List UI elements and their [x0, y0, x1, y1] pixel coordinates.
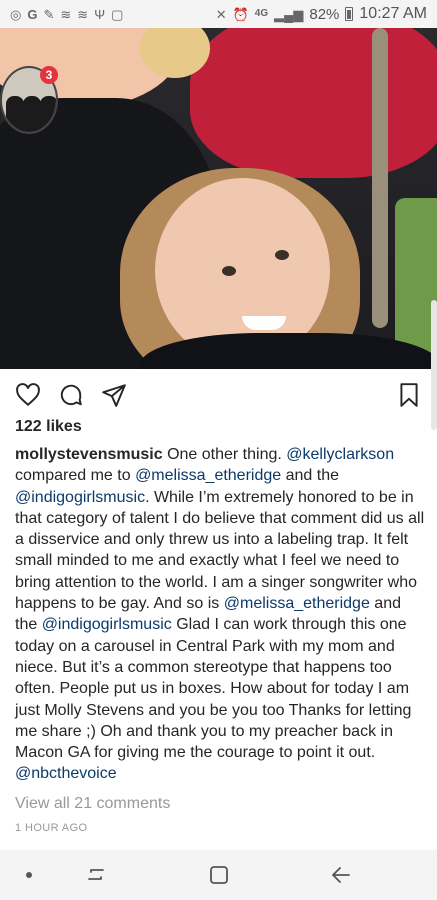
view-comments-link[interactable]: View all 21 comments — [15, 795, 170, 813]
dot-icon — [26, 872, 32, 878]
send-icon — [102, 384, 126, 407]
back-icon — [332, 867, 350, 883]
caption-mention-link[interactable]: @kellyclarkson — [286, 446, 394, 463]
story-badge: 3 — [40, 66, 58, 84]
system-nav-bar — [0, 850, 437, 900]
caption-mention-link[interactable]: @indigogirlsmusic — [42, 616, 172, 633]
battery-percent: 82% — [309, 5, 340, 23]
status-notifications: ◎ G ✎ ≋ ≋ Ψ ▢ — [10, 8, 123, 21]
photo-child-eye — [222, 266, 236, 276]
save-button[interactable] — [394, 380, 424, 410]
caption-username[interactable]: mollystevensmusic — [15, 446, 163, 463]
home-button[interactable] — [204, 862, 234, 888]
wifi-alt-icon: ≋ — [77, 6, 89, 22]
likes-count[interactable]: 122 likes — [15, 418, 82, 436]
caption-text-segment: One other thing. — [162, 446, 287, 463]
signal-icon: ▂▄▆ — [274, 6, 304, 22]
mute-icon: ✕ — [215, 6, 227, 22]
like-button[interactable] — [13, 380, 43, 410]
photo-carousel-pole — [372, 28, 388, 328]
network-type: 4G — [254, 8, 269, 19]
comment-icon — [60, 384, 82, 406]
recent-apps-icon — [88, 869, 104, 880]
caption-text-segment: compared me to — [15, 467, 136, 485]
status-system: ✕ ⏰ 4G ▂▄▆ 82% 10:27 AM — [216, 5, 427, 23]
status-bar: ◎ G ✎ ≋ ≋ Ψ ▢ ✕ ⏰ 4G ▂▄▆ 82% 10:27 AM — [0, 0, 437, 28]
wifi-icon: ≋ — [60, 6, 72, 22]
alarm-icon: ⏰ — [232, 6, 249, 22]
heart-icon — [16, 383, 40, 407]
caption-mention-link[interactable]: @nbcthevoice — [15, 765, 117, 782]
avatar-person — [23, 96, 41, 132]
clock: 10:27 AM — [359, 5, 427, 22]
caption-text-segment: and the — [281, 467, 339, 485]
share-button[interactable] — [99, 380, 129, 410]
photo-red-coat — [190, 28, 437, 178]
avatar-person — [6, 96, 24, 132]
caption-text: One other thing. @kellyclarkson compared… — [15, 446, 424, 782]
pen-icon: ✎ — [43, 6, 55, 22]
caption-text-segment: . While I’m extremely honored to be in t… — [15, 488, 425, 613]
caption-mention-link[interactable]: @melissa_etheridge — [135, 467, 281, 484]
caption-mention-link[interactable]: @indigogirlsmusic — [15, 489, 145, 506]
calendar-icon: ▢ — [111, 6, 124, 22]
battery-icon — [345, 7, 354, 21]
comment-button[interactable] — [56, 380, 86, 410]
google-icon: G — [27, 6, 38, 22]
post-timestamp: 1 HOUR AGO — [15, 822, 88, 834]
post-caption: mollystevensmusic One other thing. @kell… — [15, 444, 425, 785]
avatar-person — [40, 96, 56, 132]
caption-text-segment: Glad I can work through this one today o… — [15, 616, 412, 762]
recent-apps-button[interactable] — [82, 862, 112, 888]
usb-icon: Ψ — [94, 6, 106, 22]
messenger-icon: ◎ — [10, 6, 22, 22]
caption-mention-link[interactable]: @melissa_etheridge — [224, 595, 370, 612]
home-icon — [210, 866, 228, 884]
post-photo[interactable] — [0, 28, 437, 369]
nav-dot-button[interactable] — [14, 862, 44, 888]
scroll-edge — [431, 300, 437, 430]
bookmark-icon — [400, 383, 418, 407]
photo-child-eye — [275, 250, 289, 260]
back-button[interactable] — [326, 862, 356, 888]
post-actions — [0, 378, 437, 412]
